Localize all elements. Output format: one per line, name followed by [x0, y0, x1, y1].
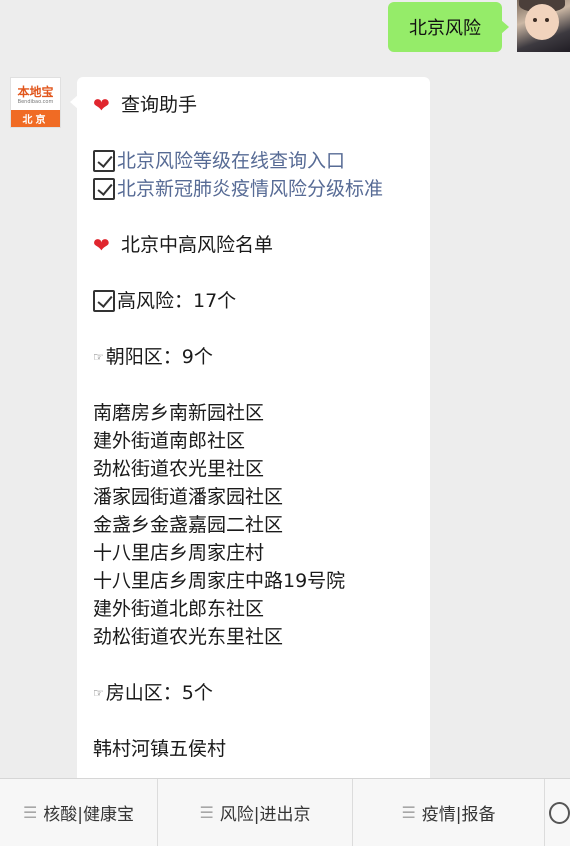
- high-risk-count: 高风险：17个: [93, 287, 416, 315]
- heart-icon: ❤: [93, 93, 110, 117]
- list-item: 建外街道南郎社区: [93, 430, 246, 452]
- district-heading-chaoyang: ☞ 朝阳区：9个: [93, 343, 416, 371]
- keyboard-icon: [549, 801, 570, 824]
- menu-item-nucleic-health[interactable]: ☰ 核酸|健康宝: [0, 779, 158, 846]
- list-item: 潘家园街道潘家园社区: [93, 486, 284, 508]
- list-item: 劲松街道农光里社区: [93, 458, 265, 480]
- pointing-hand-icon: ☞: [93, 350, 104, 364]
- bot-logo-text: 本地宝: [17, 84, 54, 99]
- bot-logo-url: Bendibao.com: [17, 98, 54, 105]
- user-avatar[interactable]: [517, 0, 570, 52]
- list-item: 金盏乡金盏嘉园二社区: [93, 514, 284, 536]
- district-heading-fangshan: ☞ 房山区：5个: [93, 679, 416, 707]
- bot-logo-city: 北京: [11, 110, 60, 127]
- menu-item-epidemic-report[interactable]: ☰ 疫情|报备: [353, 779, 545, 846]
- outgoing-message-bubble[interactable]: 北京风险: [388, 2, 509, 52]
- heart-icon: ❤: [93, 233, 110, 257]
- menu-lines-icon: ☰: [199, 803, 214, 822]
- checkbox-icon: [93, 150, 115, 172]
- menu-lines-icon: ☰: [22, 803, 38, 822]
- bot-avatar[interactable]: 本地宝 Bendibao.com 北京: [10, 77, 61, 128]
- checkbox-icon: [93, 290, 115, 312]
- checkbox-icon: [93, 178, 115, 200]
- bottom-menu-bar: ☰ 核酸|健康宝 ☰ 风险|进出京 ☰ 疫情|报备: [0, 778, 570, 846]
- link-risk-query[interactable]: 北京风险等级在线查询入口: [93, 147, 416, 175]
- list-item: 建外街道北郎东社区: [93, 598, 265, 620]
- list-item: 十八里店乡周家庄村: [93, 542, 265, 564]
- pointing-hand-icon: ☞: [93, 686, 104, 700]
- menu-item-risk-travel[interactable]: ☰ 风险|进出京: [158, 779, 353, 846]
- heading-query-helper: ❤ 查询助手: [93, 93, 198, 117]
- keyboard-toggle-button[interactable]: [545, 779, 570, 846]
- list-item: 十八里店乡周家庄中路19号院: [93, 570, 346, 592]
- incoming-message-bubble: ❤ 查询助手 北京风险等级在线查询入口 北京新冠肺炎疫情风险分级标准 ❤ 北京中…: [70, 77, 430, 778]
- outgoing-message-text: 北京风险: [409, 18, 481, 39]
- list-item: 韩村河镇五侯村: [93, 738, 227, 760]
- link-risk-standard[interactable]: 北京新冠肺炎疫情风险分级标准: [93, 175, 416, 203]
- menu-lines-icon: ☰: [401, 803, 416, 822]
- list-item: 南磨房乡南新园社区: [93, 402, 265, 424]
- heading-risk-list: ❤ 北京中高风险名单: [93, 233, 274, 257]
- chat-area: 北京风险 本地宝 Bendibao.com 北京 ❤ 查询助手 北京风险等级在线…: [0, 0, 570, 778]
- list-item: 劲松街道农光东里社区: [93, 626, 284, 648]
